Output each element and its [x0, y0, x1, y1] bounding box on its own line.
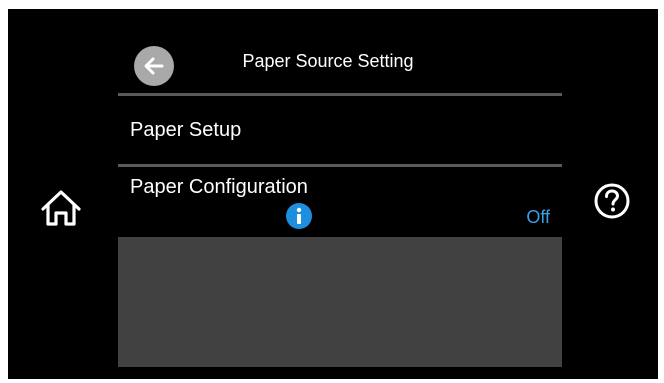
info-glyph	[296, 207, 302, 224]
menu-item-label: Paper Configuration	[130, 176, 308, 198]
help-button[interactable]	[592, 181, 632, 221]
back-button[interactable]	[134, 46, 174, 86]
page-title: Paper Source Setting	[242, 51, 414, 71]
info-icon[interactable]	[286, 203, 312, 229]
menu-item-paper-setup[interactable]: Paper Setup	[118, 96, 562, 164]
empty-list-area	[118, 237, 562, 367]
setting-value: Off	[526, 207, 550, 227]
help-icon	[594, 183, 630, 219]
arrow-left-icon	[144, 57, 164, 75]
home-icon	[41, 190, 81, 226]
menu-item-label: Paper Setup	[130, 119, 242, 141]
printer-screen: Paper Source Setting Paper Setup Paper C…	[8, 9, 658, 379]
menu-item-paper-configuration[interactable]: Paper Configuration Off	[118, 167, 562, 237]
home-button[interactable]	[34, 183, 88, 233]
